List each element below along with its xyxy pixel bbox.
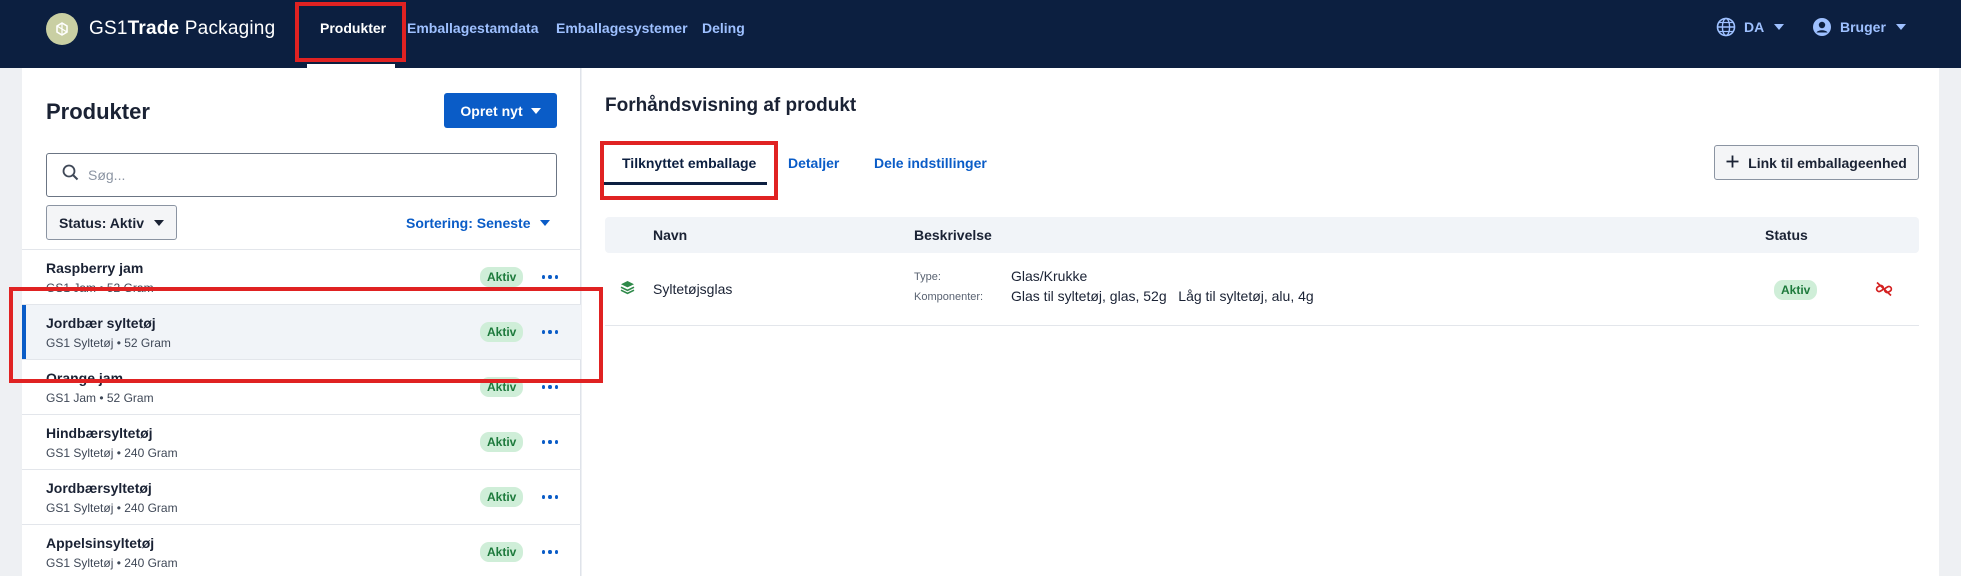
product-name: Hindbærsyltetøj [46,425,153,441]
chevron-down-icon [1774,24,1785,30]
app-logo[interactable]: GS1Trade Packaging [46,13,275,45]
product-details: GS1 Jam • 52 Gram [46,391,154,405]
components-label: Komponenter: [914,291,984,303]
sort-label: Sortering: Seneste [406,215,531,231]
product-preview-panel: Forhåndsvisning af produkt Tilknyttet em… [582,68,1939,576]
highlight-tab-tilknyttet-emballage [600,141,778,200]
type-label: Type: [914,271,941,283]
status-filter-label: Status: Aktiv [58,214,145,231]
product-name: Jordbærsyltetøj [46,480,152,496]
tab-dele-indstillinger[interactable]: Dele indstillinger [874,155,987,171]
user-icon [1812,17,1832,37]
products-title: Produkter [46,99,150,124]
status-badge: Aktiv [480,542,524,562]
search-input[interactable]: Søg... [46,153,557,197]
column-header-status[interactable]: Status [1765,227,1808,243]
more-icon[interactable] [542,545,558,559]
nav-deling[interactable]: Deling [702,20,745,36]
status-badge: Aktiv [480,267,524,287]
chevron-down-icon [540,220,551,226]
sort-dropdown[interactable]: Sortering: Seneste [406,215,551,231]
packaging-name: Syltetøjsglas [653,281,733,297]
plus-icon [1726,155,1739,171]
language-selector[interactable]: DA [1716,17,1785,37]
unlink-icon[interactable] [1875,281,1893,302]
highlight-nav-produkter [295,2,406,62]
link-packaging-unit-label: Link til emballageenhed [1748,154,1907,171]
chevron-down-icon [1895,24,1906,30]
tab-detaljer[interactable]: Detaljer [788,155,839,171]
list-item[interactable]: Hindbærsyltetøj GS1 Syltetøj • 240 Gram … [22,414,581,469]
search-placeholder: Søg... [88,167,126,183]
nav-emballagestamdata[interactable]: Emballagestamdata [407,20,539,36]
highlight-selected-product [9,287,603,383]
list-item[interactable]: Appelsinsyltetøj GS1 Syltetøj • 240 Gram… [22,524,581,576]
create-new-label: Opret nyt [460,102,523,119]
status-badge: Aktiv [1774,280,1818,300]
product-details: GS1 Syltetøj • 240 Gram [46,501,178,515]
more-icon[interactable] [542,435,558,449]
gs1-logo-icon [46,13,78,45]
table-header: Navn Beskrivelse Status [605,217,1919,253]
chevron-down-icon [154,219,165,226]
app-title: GS1Trade Packaging [89,18,276,39]
more-icon[interactable] [542,270,558,284]
product-name: Raspberry jam [46,260,144,276]
preview-title: Forhåndsvisning af produkt [605,95,857,116]
nav-emballagesystemer[interactable]: Emballagesystemer [556,20,688,36]
product-details: GS1 Syltetøj • 240 Gram [46,446,178,460]
status-badge: Aktiv [480,487,524,507]
globe-icon [1716,17,1736,37]
list-item[interactable]: Jordbærsyltetøj GS1 Syltetøj • 240 Gram … [22,469,581,524]
create-new-button[interactable]: Opret nyt [444,93,557,128]
table-row[interactable]: Syltetøjsglas Type: Glas/Krukke Komponen… [605,253,1919,326]
column-header-name[interactable]: Navn [653,227,687,243]
status-filter-button[interactable]: Status: Aktiv [46,205,177,240]
layers-icon [620,280,635,300]
product-name: Appelsinsyltetøj [46,535,155,551]
search-icon [62,164,79,186]
language-label: DA [1744,19,1765,35]
components-value: Glas til syltetøj, glas, 52g Låg til syl… [1011,288,1314,304]
status-badge: Aktiv [480,432,524,452]
chevron-down-icon [530,107,541,114]
user-menu[interactable]: Bruger [1812,17,1906,37]
user-label: Bruger [1840,19,1886,35]
column-header-description: Beskrivelse [914,227,992,243]
type-value: Glas/Krukke [1011,268,1088,284]
more-icon[interactable] [542,490,558,504]
link-packaging-unit-button[interactable]: Link til emballageenhed [1714,145,1919,180]
product-details: GS1 Syltetøj • 240 Gram [46,556,178,570]
